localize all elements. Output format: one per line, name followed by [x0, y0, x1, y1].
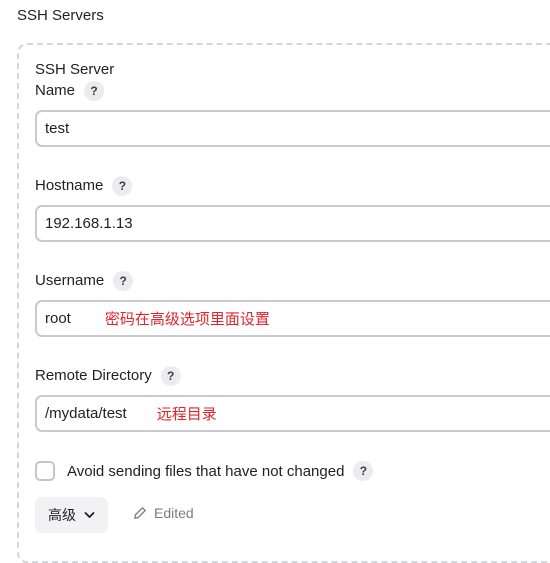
- avoid-sending-row: Avoid sending files that have not change…: [35, 461, 374, 481]
- name-label: Name: [35, 82, 76, 99]
- remote-directory-input[interactable]: /mydata/test 远程目录: [35, 395, 550, 432]
- username-label-row: Username ?: [35, 271, 134, 291]
- advanced-button-label: 高级: [48, 507, 76, 523]
- name-label-row: Name ?: [35, 81, 105, 101]
- hostname-value: 192.168.1.13: [45, 215, 133, 232]
- chevron-down-icon: [84, 512, 95, 518]
- name-help-icon[interactable]: ?: [84, 81, 105, 101]
- name-value: test: [45, 120, 70, 137]
- username-value: root: [45, 310, 71, 327]
- avoid-sending-help-icon[interactable]: ?: [353, 461, 374, 481]
- name-input[interactable]: test: [35, 110, 550, 147]
- section-title: SSH Servers: [17, 7, 104, 24]
- remote-directory-value: /mydata/test: [45, 405, 127, 422]
- pencil-icon: [134, 507, 146, 519]
- username-label: Username: [35, 272, 105, 289]
- avoid-sending-label[interactable]: Avoid sending files that have not change…: [67, 463, 344, 480]
- advanced-button[interactable]: 高级: [35, 497, 108, 533]
- username-note: 密码在高级选项里面设置: [104, 311, 270, 328]
- remote-directory-label-row: Remote Directory ?: [35, 366, 181, 386]
- edited-status: Edited: [133, 505, 194, 521]
- ssh-server-title: SSH Server: [35, 61, 115, 78]
- remote-directory-note: 远程目录: [156, 406, 217, 423]
- hostname-label-row: Hostname ?: [35, 176, 133, 196]
- avoid-sending-checkbox[interactable]: [35, 461, 55, 481]
- remote-directory-help-icon[interactable]: ?: [160, 366, 181, 386]
- hostname-label: Hostname: [35, 177, 104, 194]
- hostname-help-icon[interactable]: ?: [112, 176, 133, 196]
- remote-directory-label: Remote Directory: [35, 367, 152, 384]
- edited-label: Edited: [154, 505, 194, 521]
- hostname-input[interactable]: 192.168.1.13: [35, 205, 550, 242]
- username-help-icon[interactable]: ?: [113, 271, 134, 291]
- username-input[interactable]: root 密码在高级选项里面设置: [35, 300, 550, 337]
